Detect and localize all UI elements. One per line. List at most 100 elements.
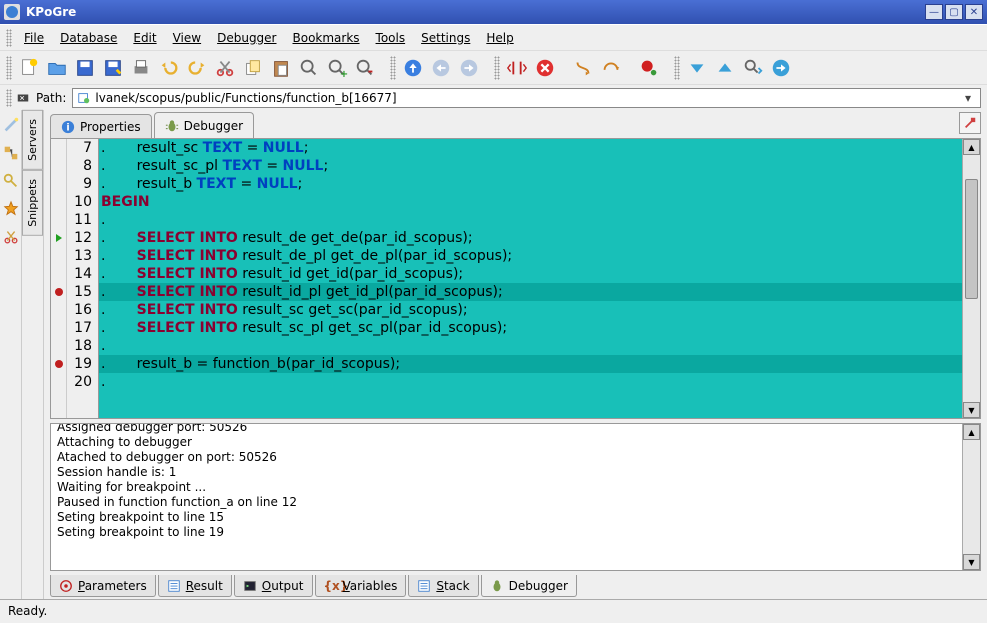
log-scrollbar[interactable]: ▲ ▼ — [962, 424, 980, 570]
svg-text:+: + — [340, 69, 348, 79]
list-icon — [167, 579, 181, 593]
tabs-row: i Properties Debugger — [44, 110, 987, 138]
up-button[interactable] — [400, 55, 426, 81]
maximize-button[interactable]: ▢ — [945, 4, 963, 20]
stop-button[interactable] — [532, 55, 558, 81]
save-as-button[interactable] — [100, 55, 126, 81]
app-icon — [4, 4, 20, 20]
zoom-out-button[interactable]: - — [352, 55, 378, 81]
btab-parameters[interactable]: Parameters — [50, 575, 156, 597]
path-item-icon — [77, 91, 91, 105]
bottom-tabs: Parameters Result Output {x} Variables S… — [50, 571, 981, 599]
nav-down-button[interactable] — [684, 55, 710, 81]
main: Servers Snippets i Properties Debugger 7… — [0, 110, 987, 599]
wizard-icon[interactable] — [2, 116, 20, 134]
status-text: Ready. — [8, 604, 47, 618]
log-body[interactable]: Assigned debugger port: 50526Attaching t… — [51, 424, 962, 570]
menu-bookmarks[interactable]: Bookmarks — [285, 28, 368, 48]
open-button[interactable] — [44, 55, 70, 81]
grip-icon — [494, 56, 500, 80]
chevron-down-icon[interactable]: ▾ — [960, 91, 976, 105]
forward-button[interactable] — [456, 55, 482, 81]
cut-button[interactable] — [212, 55, 238, 81]
save-button[interactable] — [72, 55, 98, 81]
paste-button[interactable] — [268, 55, 294, 81]
step-into-button[interactable] — [570, 55, 596, 81]
scroll-up-icon[interactable]: ▲ — [963, 424, 980, 440]
sidetab-servers[interactable]: Servers — [22, 110, 43, 170]
find-button[interactable] — [296, 55, 322, 81]
menu-file[interactable]: File — [16, 28, 52, 48]
list-icon — [417, 579, 431, 593]
toggle-breakpoint-button[interactable] — [504, 55, 530, 81]
menu-database[interactable]: Database — [52, 28, 125, 48]
redo-button[interactable] — [184, 55, 210, 81]
menu-edit[interactable]: Edit — [125, 28, 164, 48]
statusbar: Ready. — [0, 599, 987, 621]
bug-icon — [490, 579, 504, 593]
print-button[interactable] — [128, 55, 154, 81]
variables-icon: {x} — [324, 579, 338, 593]
key-icon[interactable] — [2, 172, 20, 190]
nav-up-button[interactable] — [712, 55, 738, 81]
scroll-thumb[interactable] — [965, 179, 978, 299]
scroll-up-icon[interactable]: ▲ — [963, 139, 980, 155]
code-body[interactable]: . result_sc TEXT = NULL;. result_sc_pl T… — [99, 139, 962, 418]
grip-icon — [6, 29, 12, 47]
zoom-in-button[interactable]: + — [324, 55, 350, 81]
menubar: File Database Edit View Debugger Bookmar… — [0, 24, 987, 50]
btab-stack[interactable]: Stack — [408, 575, 478, 597]
svg-text:i: i — [66, 122, 69, 133]
window-title: KPoGre — [26, 5, 925, 19]
path-combo[interactable]: lvanek/scopus/public/Functions/function_… — [72, 88, 981, 108]
menu-tools[interactable]: Tools — [368, 28, 414, 48]
breakpoint-button[interactable] — [636, 55, 662, 81]
go-button[interactable] — [768, 55, 794, 81]
search-nav-button[interactable] — [740, 55, 766, 81]
tab-debugger[interactable]: Debugger — [154, 112, 254, 138]
scroll-down-icon[interactable]: ▼ — [963, 402, 980, 418]
tab-properties[interactable]: i Properties — [50, 114, 152, 138]
grip-icon — [6, 89, 12, 107]
run-task-button[interactable] — [959, 112, 981, 134]
back-button[interactable] — [428, 55, 454, 81]
cut-snippet-icon[interactable] — [2, 228, 20, 246]
menu-debugger[interactable]: Debugger — [209, 28, 284, 48]
log-panel: Assigned debugger port: 50526Attaching t… — [50, 423, 981, 571]
btab-result[interactable]: Result — [158, 575, 232, 597]
step-over-button[interactable] — [598, 55, 624, 81]
side-tabs: Servers Snippets — [22, 110, 44, 599]
info-icon: i — [61, 120, 75, 134]
menu-view[interactable]: View — [165, 28, 209, 48]
sidetab-snippets[interactable]: Snippets — [22, 170, 43, 236]
menu-help[interactable]: Help — [478, 28, 521, 48]
bug-icon — [165, 119, 179, 133]
target-icon — [59, 579, 73, 593]
path-value: lvanek/scopus/public/Functions/function_… — [95, 91, 956, 105]
grip-icon — [674, 56, 680, 80]
btab-variables[interactable]: {x} Variables — [315, 575, 407, 597]
toolbar: + - — [0, 50, 987, 84]
menu-settings[interactable]: Settings — [413, 28, 478, 48]
btab-output[interactable]: Output — [234, 575, 313, 597]
left-toolbar — [0, 110, 22, 599]
bookmark-icon[interactable] — [2, 200, 20, 218]
terminal-icon — [243, 579, 257, 593]
btab-debugger[interactable]: Debugger — [481, 575, 577, 597]
pathbar: Path: lvanek/scopus/public/Functions/fun… — [0, 84, 987, 110]
marker-column[interactable] — [51, 139, 67, 418]
connect-icon[interactable] — [2, 144, 20, 162]
copy-button[interactable] — [240, 55, 266, 81]
grip-icon — [6, 56, 12, 80]
minimize-button[interactable]: — — [925, 4, 943, 20]
undo-button[interactable] — [156, 55, 182, 81]
grip-icon — [390, 56, 396, 80]
scroll-down-icon[interactable]: ▼ — [963, 554, 980, 570]
new-button[interactable] — [16, 55, 42, 81]
vertical-scrollbar[interactable]: ▲ ▼ — [962, 139, 980, 418]
close-button[interactable]: ✕ — [965, 4, 983, 20]
code-editor: 7891011121314151617181920 . result_sc TE… — [50, 138, 981, 419]
titlebar: KPoGre — ▢ ✕ — [0, 0, 987, 24]
clear-path-icon[interactable] — [16, 91, 30, 105]
line-gutter[interactable]: 7891011121314151617181920 — [67, 139, 99, 418]
